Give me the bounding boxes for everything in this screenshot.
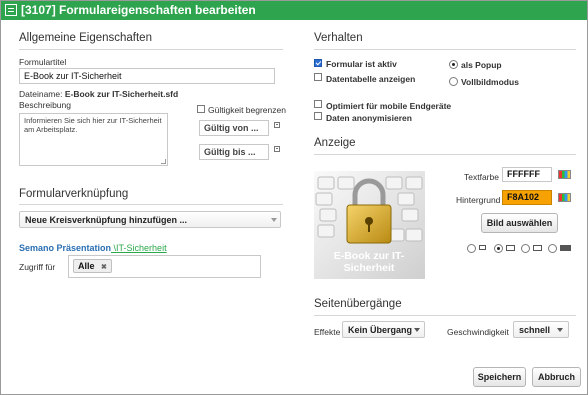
datatable-checkbox[interactable]	[314, 73, 322, 81]
section-title-behaviour: Verhalten	[314, 32, 363, 44]
speed-select[interactable]: schnell	[513, 321, 569, 338]
anonymize-label: Daten anonymisieren	[326, 113, 412, 123]
form-active-checkbox[interactable]	[314, 59, 322, 67]
access-tag-label: Alle	[78, 261, 95, 271]
divider	[314, 315, 576, 316]
calendar-icon[interactable]	[274, 146, 280, 152]
image-bottom-left-icon	[479, 245, 486, 250]
section-title-linking: Formularverknüpfung	[19, 188, 129, 200]
text-color-input[interactable]: FFFFFF	[502, 167, 552, 182]
text-color-label: Textfarbe	[464, 172, 499, 182]
anonymize-checkbox[interactable]	[314, 112, 322, 120]
mobile-label: Optimiert für mobile Endgeräte	[326, 101, 452, 111]
speed-select-value: schnell	[519, 325, 551, 335]
chevron-down-icon	[557, 328, 563, 332]
validity-label: Gültigkeit begrenzen	[208, 105, 286, 115]
divider	[19, 49, 283, 50]
breadcrumb: Semano Präsentation \IT-Sicherheit	[19, 243, 167, 253]
link-select[interactable]: Neue Kreisverknüpfung hinzufügen ...	[19, 211, 281, 228]
filename-label-text: Dateiname:	[19, 89, 63, 99]
divider	[314, 154, 576, 155]
window-menu-icon[interactable]	[5, 4, 17, 16]
chevron-down-icon	[271, 218, 277, 222]
color-picker-icon[interactable]	[558, 193, 571, 202]
effects-select-value: Kein Übergang	[348, 325, 413, 335]
form-title-label: Formulartitel	[19, 57, 67, 67]
form-active-label: Formular ist aktiv	[326, 59, 397, 69]
divider	[19, 204, 283, 205]
speed-label: Geschwindigkeit	[447, 327, 509, 337]
image-position-radio[interactable]	[521, 244, 530, 253]
description-label: Beschreibung	[19, 100, 71, 110]
image-center-icon	[506, 245, 515, 251]
datatable-label: Datentabelle anzeigen	[326, 74, 416, 84]
image-left-icon	[533, 245, 542, 251]
breadcrumb-root: Semano Präsentation	[19, 243, 112, 253]
image-position-radio[interactable]	[494, 244, 503, 253]
close-icon[interactable]: ✖	[101, 264, 107, 271]
image-position-radio[interactable]	[548, 244, 557, 253]
form-properties-dialog: [3107] Formulareigenschaften bearbeiten …	[0, 0, 588, 395]
cancel-button[interactable]: Abbruch	[532, 367, 581, 387]
form-title-input[interactable]: E-Book zur IT-Sicherheit	[19, 68, 275, 84]
access-label: Zugriff für	[19, 262, 56, 272]
description-textarea[interactable]: Informieren Sie sich hier zur IT-Sicherh…	[19, 113, 168, 166]
section-title-transitions: Seitenübergänge	[314, 298, 402, 310]
link-select-value: Neue Kreisverknüpfung hinzufügen ...	[25, 215, 188, 225]
background-color-input[interactable]: F8A102	[502, 190, 552, 205]
image-fill-icon	[560, 245, 571, 251]
color-picker-icon[interactable]	[558, 170, 571, 179]
cover-image-preview: E-Book zur IT-Sicherheit	[314, 171, 425, 279]
breadcrumb-link[interactable]: IT-Sicherheit	[116, 243, 167, 253]
mobile-checkbox[interactable]	[314, 100, 322, 108]
image-position-radio[interactable]	[467, 244, 476, 253]
popup-radio[interactable]	[449, 60, 458, 69]
chevron-down-icon	[414, 328, 420, 332]
valid-from-input[interactable]: Gültig von ...	[199, 120, 269, 136]
divider	[314, 49, 576, 50]
filename-value: E-Book zur IT-Sicherheit.sfd	[64, 89, 179, 99]
section-title-display: Anzeige	[314, 137, 356, 149]
title-bar: [3107] Formulareigenschaften bearbeiten	[1, 1, 587, 20]
background-label: Hintergrund	[456, 195, 501, 205]
cover-caption: E-Book zur IT-Sicherheit	[333, 250, 405, 274]
valid-to-input[interactable]: Gültig bis ...	[199, 144, 269, 160]
validity-checkbox[interactable]	[197, 105, 205, 113]
access-tag: Alle ✖	[73, 259, 112, 273]
calendar-icon[interactable]	[274, 122, 280, 128]
popup-label: als Popup	[461, 60, 502, 70]
fullscreen-radio[interactable]	[449, 77, 458, 86]
save-button[interactable]: Speichern	[473, 367, 526, 387]
section-title-general: Allgemeine Eigenschaften	[19, 32, 152, 44]
window-title: [3107] Formulareigenschaften bearbeiten	[21, 3, 256, 17]
access-field[interactable]: Alle ✖	[68, 255, 261, 278]
resize-handle-icon[interactable]	[161, 159, 166, 164]
choose-image-button[interactable]: Bild auswählen	[481, 213, 558, 233]
filename-label: Dateiname: E-Book zur IT-Sicherheit.sfd	[19, 89, 178, 99]
effects-select[interactable]: Kein Übergang	[342, 321, 425, 338]
effects-label: Effekte	[314, 327, 341, 337]
fullscreen-label: Vollbildmodus	[461, 77, 519, 87]
